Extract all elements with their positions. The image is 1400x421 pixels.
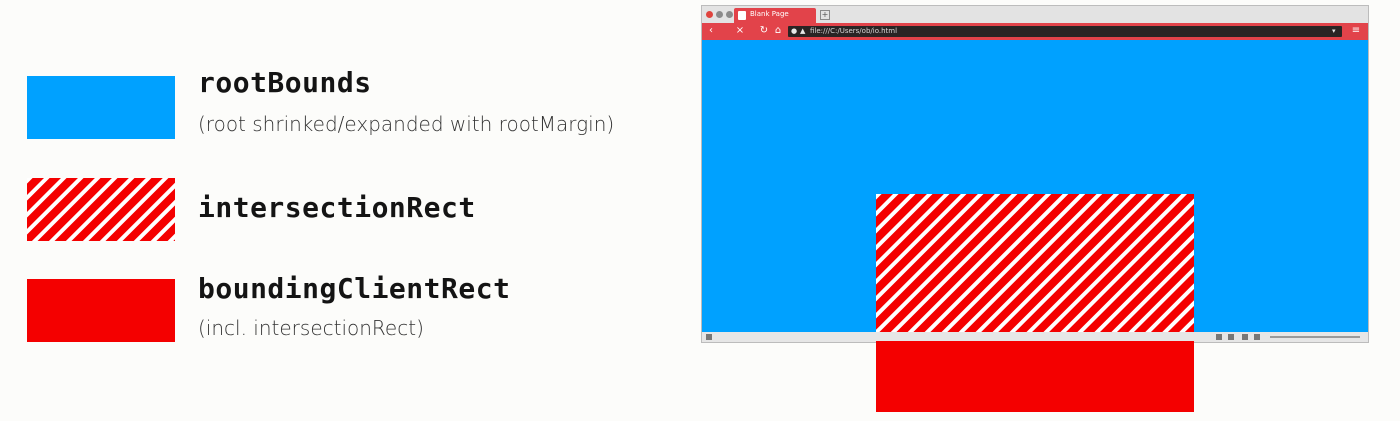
- bounding-client-rect-swatch: [27, 279, 175, 342]
- arrow-left-icon[interactable]: ‹: [705, 25, 717, 37]
- browser-toolbar: ‹ × ↻ ⌂ ● ▲ file:///C:/Users/ob/io.html …: [702, 23, 1368, 40]
- intersection-rect-swatch: [27, 178, 175, 241]
- intersection-rect-title: intersectionRect: [198, 191, 476, 224]
- stop-icon[interactable]: ×: [734, 25, 746, 37]
- root-bounds-swatch: [27, 76, 175, 139]
- root-bounds-note: (root shrinked/expanded with rootMargin): [198, 112, 615, 136]
- root-bounds-title: rootBounds: [198, 66, 372, 99]
- reload-icon[interactable]: ↻: [758, 25, 770, 37]
- address-bar[interactable]: ● ▲ file:///C:/Users/ob/io.html ▾: [788, 26, 1342, 37]
- intersection-rect: [876, 194, 1194, 332]
- tab-blank-page[interactable]: Blank Page: [734, 8, 816, 23]
- zoom-slider[interactable]: [1270, 336, 1360, 338]
- maximize-window-icon[interactable]: [726, 11, 733, 18]
- image-icon[interactable]: [1242, 334, 1248, 340]
- dropdown-icon[interactable]: ▾: [1332, 28, 1339, 35]
- screenshot-icon[interactable]: [1216, 334, 1222, 340]
- window-icon[interactable]: [1228, 334, 1234, 340]
- new-tab-button[interactable]: +: [820, 10, 830, 20]
- page-icon: [738, 11, 746, 20]
- tab-strip: Blank Page +: [702, 6, 1368, 23]
- code-icon[interactable]: [1254, 334, 1260, 340]
- bounding-client-rect-outside: [876, 341, 1194, 412]
- sidebar-toggle-icon[interactable]: [706, 334, 712, 340]
- minimize-window-icon[interactable]: [716, 11, 723, 18]
- bounding-client-rect-note: (incl. intersectionRect): [198, 316, 424, 340]
- bounding-client-rect-title: boundingClientRect: [198, 272, 511, 305]
- tab-label: Blank Page: [750, 10, 789, 18]
- shield-icon[interactable]: ▲: [800, 28, 807, 35]
- site-info-icon[interactable]: ●: [791, 28, 798, 35]
- home-icon[interactable]: ⌂: [772, 25, 784, 37]
- menu-icon[interactable]: ≡: [1350, 25, 1362, 37]
- close-window-icon[interactable]: [706, 11, 713, 18]
- url-text[interactable]: file:///C:/Users/ob/io.html: [810, 26, 897, 37]
